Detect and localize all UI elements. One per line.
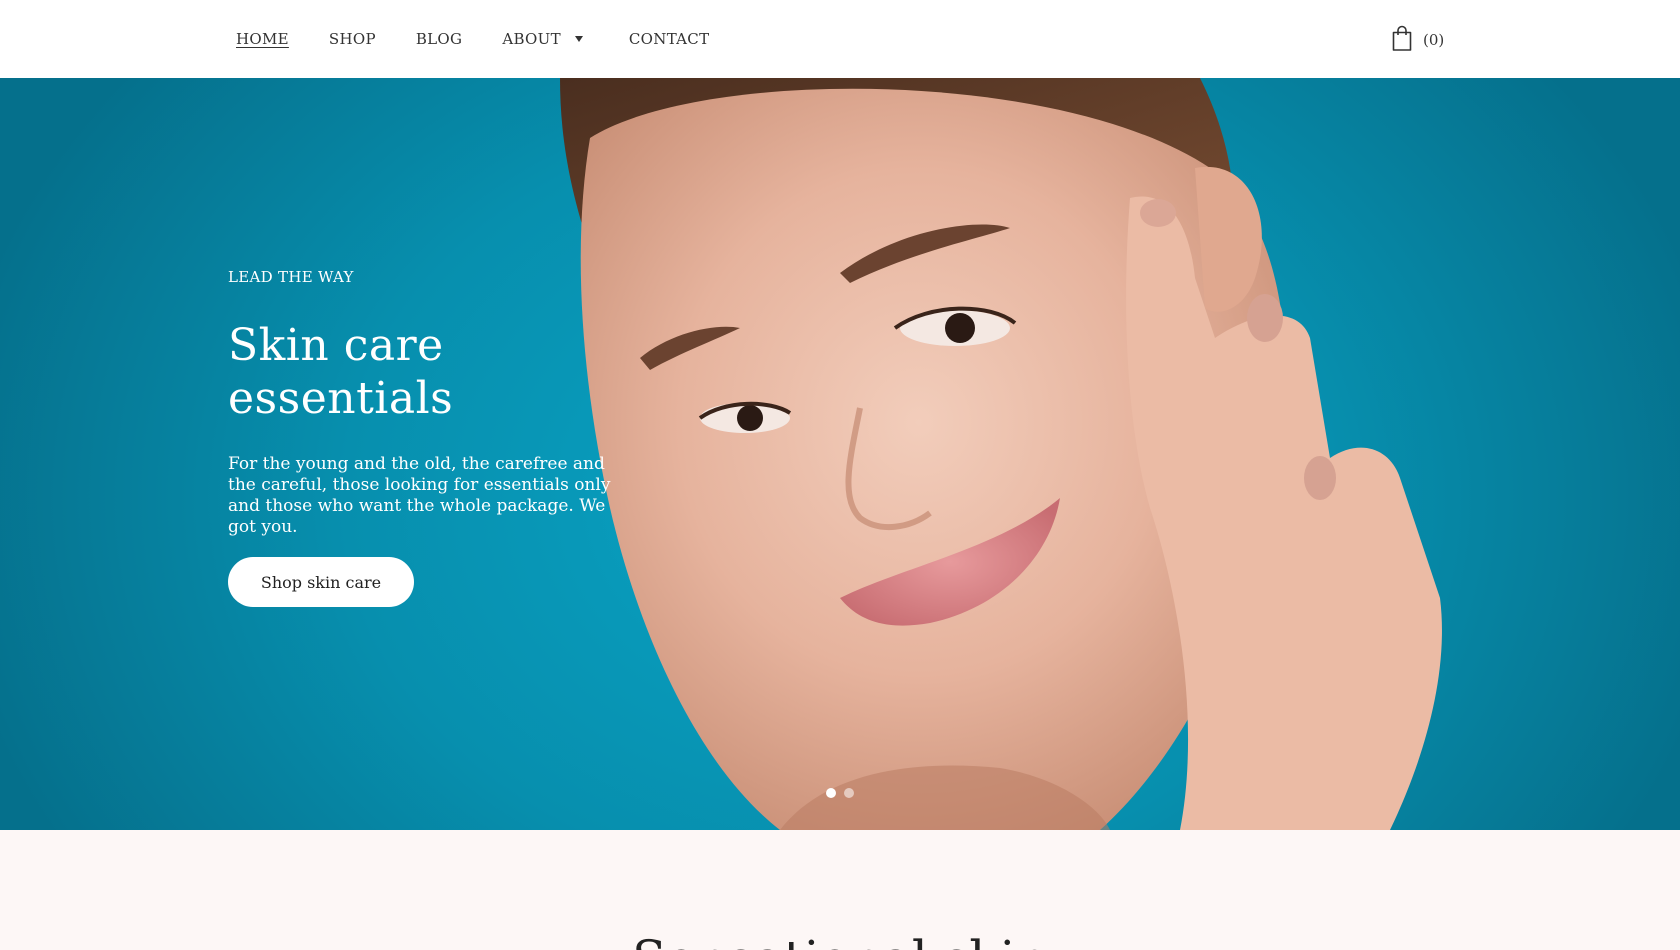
slider-dots: [826, 788, 862, 798]
shopping-bag-icon: [1392, 25, 1412, 51]
site-header: HOME SHOP BLOG ABOUT CONTACT (0): [0, 0, 1680, 78]
nav-contact[interactable]: CONTACT: [629, 30, 710, 48]
section-title: Sensational skin: [0, 930, 1680, 950]
caret-down-icon: [574, 36, 583, 42]
hero-title: Skin care essentials: [228, 320, 454, 424]
hero-description: For the young and the old, the carefree …: [228, 453, 611, 537]
nav-blog[interactable]: BLOG: [416, 30, 462, 48]
nav-home[interactable]: HOME: [236, 30, 289, 48]
featured-section: Sensational skin: [0, 830, 1680, 950]
cart-count: (0): [1423, 31, 1445, 49]
nav-about[interactable]: ABOUT: [502, 30, 583, 48]
shop-skin-care-button[interactable]: Shop skin care: [228, 557, 414, 607]
hero-eyebrow: LEAD THE WAY: [228, 268, 354, 286]
nav-shop[interactable]: SHOP: [329, 30, 376, 48]
slider-dot[interactable]: [844, 788, 854, 798]
nav-about-label: ABOUT: [502, 30, 561, 48]
hero-content: LEAD THE WAY Skin care essentials For th…: [228, 268, 668, 538]
hero-banner: LEAD THE WAY Skin care essentials For th…: [0, 78, 1680, 830]
slider-dot[interactable]: [826, 788, 836, 798]
main-nav: HOME SHOP BLOG ABOUT CONTACT: [236, 30, 749, 48]
cart-button[interactable]: (0): [1390, 24, 1444, 52]
